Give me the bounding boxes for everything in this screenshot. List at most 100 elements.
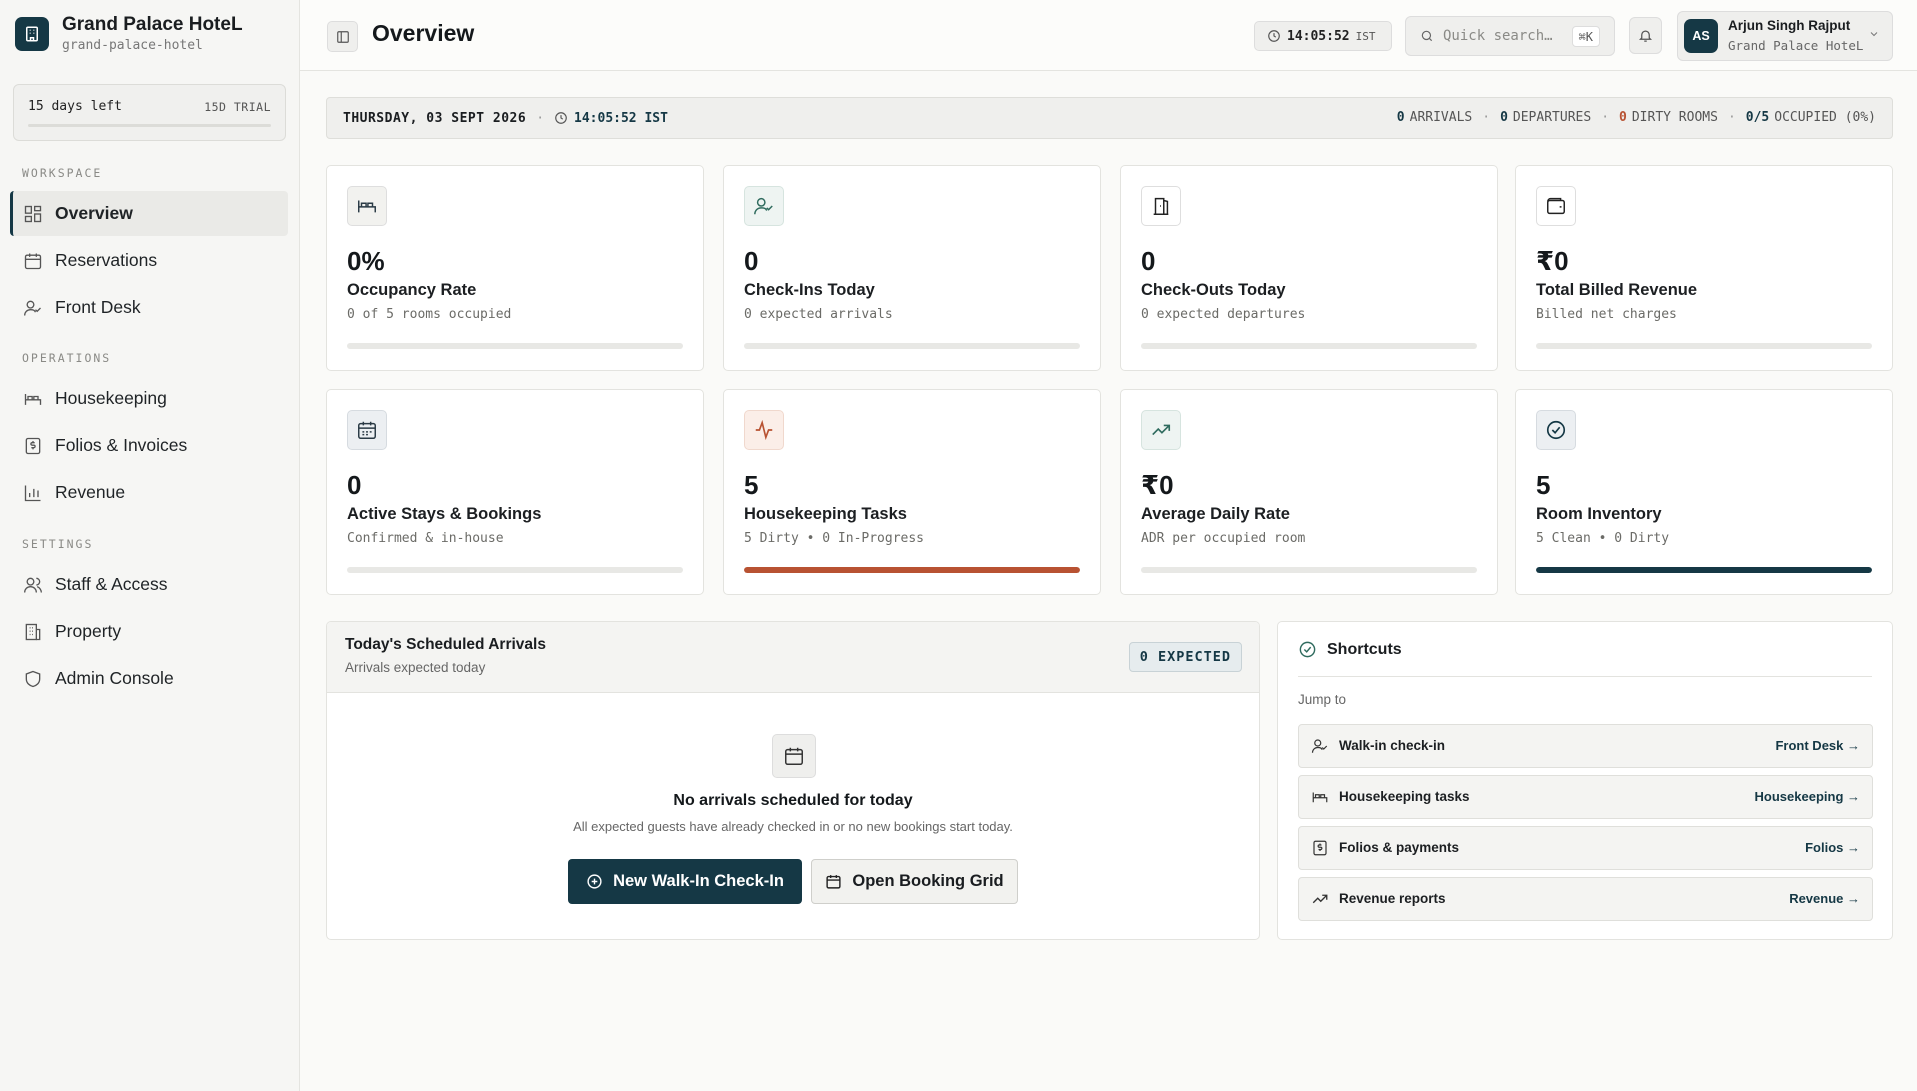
trial-banner[interactable]: 15 days left 15D TRIAL — [13, 84, 286, 141]
bell-icon — [1638, 30, 1653, 42]
card-label: Room Inventory — [1536, 505, 1662, 523]
shortcut-walk-in-check-in[interactable]: Walk-in check-in Front Desk → — [1298, 724, 1873, 768]
sidebar-item-reservations[interactable]: Reservations — [10, 238, 288, 283]
button-label: Open Booking Grid — [852, 872, 1004, 890]
header-clock: 14:05:52 IST — [1254, 21, 1392, 51]
stat-card-housekeeping[interactable]: 5 Housekeeping Tasks 5 Dirty • 0 In-Prog… — [723, 389, 1101, 595]
card-progress-bar — [1536, 567, 1872, 573]
user-check-icon — [1311, 737, 1329, 758]
sidebar-item-label: Reservations — [55, 250, 158, 270]
hotel-building-icon — [15, 16, 49, 51]
sidebar-item-folios-invoices[interactable]: Folios & Invoices — [10, 423, 288, 468]
arrivals-subtitle: Arrivals expected today — [345, 660, 486, 675]
bed-icon — [1311, 788, 1329, 809]
shortcut-label: Revenue reports — [1339, 891, 1446, 906]
shortcut-label: Housekeeping tasks — [1339, 789, 1470, 804]
arrivals-title: Today's Scheduled Arrivals — [345, 636, 546, 653]
card-value: ₹0 — [1141, 470, 1174, 500]
separator: · — [1601, 110, 1610, 125]
shortcut-link[interactable]: Revenue → — [1789, 891, 1860, 906]
arrivals-panel: Today's Scheduled Arrivals Arrivals expe… — [326, 621, 1260, 940]
shortcuts-header: Shortcuts — [1298, 640, 1402, 659]
shortcut-folios-payments[interactable]: Folios & payments Folios → — [1298, 826, 1873, 870]
notifications-button[interactable] — [1629, 17, 1662, 54]
door-open-icon — [1141, 186, 1181, 226]
sidebar-item-admin-console[interactable]: Admin Console — [10, 656, 288, 701]
stat-card-active-stays[interactable]: 0 Active Stays & Bookings Confirmed & in… — [326, 389, 704, 595]
card-value: 0 — [347, 470, 362, 500]
arrivals-label: ARRIVALS — [1409, 110, 1473, 125]
calendar-icon — [347, 410, 387, 450]
sidebar-item-label: Revenue — [55, 482, 126, 502]
new-walk-in-check-in-button[interactable]: New Walk-In Check-In — [568, 859, 802, 904]
sidebar-item-revenue[interactable]: Revenue — [10, 470, 288, 515]
sidebar: Grand Palace HoteL grand-palace-hotel 15… — [0, 0, 300, 1091]
user-check-icon — [744, 186, 784, 226]
brand-slug: grand-palace-hotel — [62, 38, 203, 53]
card-progress-bar — [347, 567, 683, 573]
sidebar-item-staff-access[interactable]: Staff & Access — [10, 562, 288, 607]
sidebar-item-housekeeping[interactable]: Housekeeping — [10, 376, 288, 421]
sidebar-item-property[interactable]: Property — [10, 609, 288, 654]
card-progress-bar — [744, 343, 1080, 349]
grid-icon — [22, 203, 44, 225]
trial-days-left: 15 days left — [28, 99, 122, 114]
shortcut-link[interactable]: Front Desk → — [1775, 738, 1860, 753]
calendar-icon — [22, 250, 44, 272]
shortcut-revenue-reports[interactable]: Revenue reports Revenue → — [1298, 877, 1873, 921]
strip-summary: 0 ARRIVALS · 0 DEPARTURES · 0 DIRTY ROOM… — [1397, 110, 1876, 125]
departures-label: DEPARTURES — [1512, 110, 1592, 125]
sidebar-item-label: Overview — [55, 203, 133, 223]
card-subtitle: 0 expected arrivals — [744, 307, 893, 322]
top-header: Overview 14:05:52 IST Quick search… ⌘K A… — [300, 0, 1917, 71]
jump-to-label: Jump to — [1298, 692, 1347, 707]
card-progress-bar — [744, 567, 1080, 573]
card-subtitle: 0 expected departures — [1141, 307, 1306, 322]
arrivals-header: Today's Scheduled Arrivals Arrivals expe… — [327, 622, 1259, 693]
wallet-icon — [1536, 186, 1576, 226]
sidebar-item-overview[interactable]: Overview — [10, 191, 288, 236]
card-value: ₹0 — [1536, 246, 1569, 276]
empty-state-title: No arrivals scheduled for today — [673, 792, 913, 809]
stat-card-adr[interactable]: ₹0 Average Daily Rate ADR per occupied r… — [1120, 389, 1498, 595]
card-subtitle: Billed net charges — [1536, 307, 1677, 322]
strip-time: 14:05:52 IST — [574, 110, 668, 126]
user-hotel: Grand Palace HoteL — [1728, 38, 1864, 53]
separator: · — [536, 110, 545, 126]
shortcut-label: Folios & payments — [1339, 840, 1460, 855]
quick-search-input[interactable]: Quick search… ⌘K — [1405, 16, 1615, 56]
stat-card-check-outs[interactable]: 0 Check-Outs Today 0 expected departures — [1120, 165, 1498, 371]
card-value: 5 — [1536, 470, 1551, 500]
brand[interactable]: Grand Palace HoteL grand-palace-hotel — [15, 14, 243, 53]
stat-card-revenue[interactable]: ₹0 Total Billed Revenue Billed net charg… — [1515, 165, 1893, 371]
user-menu[interactable]: AS Arjun Singh Rajput Grand Palace HoteL — [1677, 11, 1893, 61]
check-circle-icon — [1536, 410, 1576, 450]
search-shortcut: ⌘K — [1571, 26, 1600, 47]
stat-card-occupancy[interactable]: 0% Occupancy Rate 0 of 5 rooms occupied — [326, 165, 704, 371]
stat-card-room-inventory[interactable]: 5 Room Inventory 5 Clean • 0 Dirty — [1515, 389, 1893, 595]
stat-card-check-ins[interactable]: 0 Check-Ins Today 0 expected arrivals — [723, 165, 1101, 371]
shortcut-link[interactable]: Housekeeping → — [1755, 789, 1860, 804]
shortcut-link[interactable]: Folios → — [1805, 840, 1860, 855]
sidebar-item-front-desk[interactable]: Front Desk — [10, 285, 288, 330]
search-icon — [1421, 30, 1433, 42]
card-label: Housekeeping Tasks — [744, 505, 907, 523]
card-label: Occupancy Rate — [347, 281, 477, 299]
clock-icon — [555, 112, 567, 124]
shortcut-housekeeping-tasks[interactable]: Housekeeping tasks Housekeeping → — [1298, 775, 1873, 819]
sidebar-item-label: Staff & Access — [55, 574, 168, 594]
card-label: Check-Outs Today — [1141, 281, 1286, 299]
sidebar-toggle-button[interactable] — [327, 21, 358, 52]
card-progress-bar — [1536, 343, 1872, 349]
trending-up-icon — [1141, 410, 1181, 450]
bed-icon — [347, 186, 387, 226]
status-strip: THURSDAY, 03 SEPT 2026 · 14:05:52 IST 0 … — [326, 97, 1893, 139]
avatar: AS — [1684, 19, 1718, 53]
check-circle-icon — [1299, 641, 1316, 658]
open-booking-grid-button[interactable]: Open Booking Grid — [811, 859, 1018, 904]
panel-left-icon — [336, 30, 349, 43]
card-label: Total Billed Revenue — [1536, 281, 1698, 299]
invoice-icon — [22, 435, 44, 457]
arrivals-count: 0 — [1396, 110, 1405, 125]
card-value: 0% — [347, 246, 385, 276]
